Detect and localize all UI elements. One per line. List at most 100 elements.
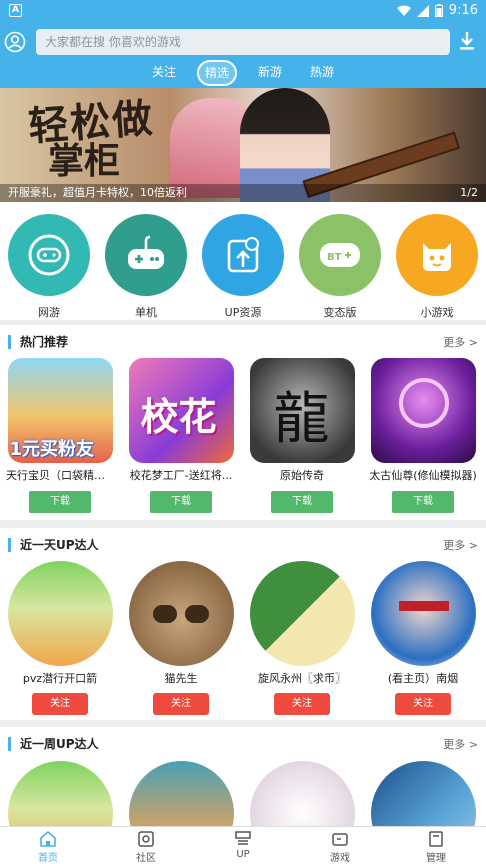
game-card[interactable]: 太古仙尊(修仙模拟器) 下载 xyxy=(369,358,477,513)
user-name: 猫先生 xyxy=(164,672,198,685)
search-input[interactable]: 大家都在搜 你喜欢的游戏 xyxy=(36,29,450,55)
nav-label: 社区 xyxy=(136,853,156,864)
cat-glasses-left xyxy=(152,605,177,623)
cat-face-icon xyxy=(396,214,478,296)
nav-label: 管理 xyxy=(426,853,446,864)
game-card[interactable]: 1元买粉友 天行宝贝（口袋精灵... 下载 xyxy=(6,358,114,513)
nav-community[interactable]: 社区 xyxy=(116,829,176,864)
week-up-section: 近一周UP达人 更多 > xyxy=(0,727,486,864)
nav-home[interactable]: 首页 xyxy=(18,829,78,864)
thumb-art-text: 校花 xyxy=(140,395,217,439)
game-thumb: 龍 xyxy=(249,358,355,463)
up-user-card[interactable]: pvz潜行开口箭 关注 xyxy=(6,561,114,715)
header: A 9:16 大家都在搜 你喜欢的游戏 关注 精选 新游 热游 xyxy=(0,0,486,88)
up-user-card[interactable]: 猫先生 关注 xyxy=(127,561,235,715)
banner-caption: 开服豪礼，超值月卡特权，10倍返利 xyxy=(0,184,486,202)
section-title: 热门推荐 xyxy=(20,335,69,349)
user-name: (看主页）南烟 xyxy=(387,672,459,685)
category-label: 单机 xyxy=(135,306,157,319)
thumb-art-text: 龍 xyxy=(273,387,330,452)
banner-art-text-2: 掌柜 xyxy=(48,140,121,182)
status-bar: A 9:16 xyxy=(0,0,486,22)
user-icon[interactable] xyxy=(4,31,26,53)
follow-button[interactable]: 关注 xyxy=(32,693,88,715)
category-label: 网游 xyxy=(38,306,60,319)
game-card[interactable]: 龍 原始传奇 下载 xyxy=(248,358,356,513)
more-link[interactable]: 更多 > xyxy=(443,736,478,752)
notification-app-icon: A xyxy=(9,4,22,17)
week-up-header: 近一周UP达人 更多 > xyxy=(0,727,486,759)
nav-label: 游戏 xyxy=(330,853,350,864)
day-up-header: 近一天UP达人 更多 > xyxy=(0,528,486,560)
download-button[interactable]: 下载 xyxy=(150,491,212,513)
bt-gamepad-icon: BT xyxy=(299,214,381,296)
tab-featured[interactable]: 精选 xyxy=(196,60,237,86)
user-name: pvz潜行开口箭 xyxy=(22,672,98,685)
more-link[interactable]: 更多 > xyxy=(443,537,478,553)
more-link[interactable]: 更多 > xyxy=(443,334,478,350)
nav-games[interactable]: 游戏 xyxy=(310,829,370,864)
section-marker xyxy=(8,335,11,349)
category-row: 网游 单机 UP资源 BT 变态版 小游戏 xyxy=(0,202,486,320)
day-up-section: 近一天UP达人 更多 > pvz潜行开口箭 关注 猫先生 关注 旋风永州〖求币〗… xyxy=(0,528,486,720)
download-button[interactable]: 下载 xyxy=(271,491,333,513)
game-name: 校花梦工厂-送红将... xyxy=(129,469,233,482)
up-user-card[interactable]: (看主页）南烟 关注 xyxy=(369,561,477,715)
category-single-player[interactable]: 单机 xyxy=(105,214,187,320)
search-row: 大家都在搜 你喜欢的游戏 xyxy=(0,26,486,58)
top-tabs: 关注 精选 新游 热游 xyxy=(0,60,486,86)
home-icon xyxy=(40,831,56,847)
up-user-card[interactable]: 旋风永州〖求币〗 关注 xyxy=(248,561,356,715)
tab-new-games[interactable]: 新游 xyxy=(251,60,289,86)
hot-header: 热门推荐 更多 > xyxy=(0,325,486,357)
hot-section: 热门推荐 更多 > 1元买粉友 天行宝贝（口袋精灵... 下载 校花 校花梦工厂… xyxy=(0,325,486,520)
thumb-art-text: 1元买粉友 xyxy=(9,439,95,460)
category-online-games[interactable]: 网游 xyxy=(8,214,90,320)
share-upload-icon xyxy=(202,214,284,296)
svg-text:BT: BT xyxy=(327,252,342,263)
section-marker xyxy=(8,737,11,751)
game-thumb: 1元买粉友 xyxy=(7,358,113,463)
download-button[interactable]: 下载 xyxy=(392,491,454,513)
up-icon xyxy=(235,831,251,845)
signal-icon xyxy=(416,4,429,17)
category-up-resources[interactable]: UP资源 xyxy=(202,214,284,320)
tab-hot-games[interactable]: 热游 xyxy=(303,60,341,86)
manage-icon xyxy=(429,831,443,847)
game-name: 原始传奇 xyxy=(280,469,324,482)
user-name: 旋风永州〖求币〗 xyxy=(258,672,346,685)
category-label: 变态版 xyxy=(323,306,357,319)
category-label: UP资源 xyxy=(224,306,262,319)
bottom-nav: 首页 社区 UP 游戏 管理 xyxy=(0,826,486,864)
category-label: 小游戏 xyxy=(420,306,454,319)
nav-manage[interactable]: 管理 xyxy=(406,829,466,864)
follow-button[interactable]: 关注 xyxy=(153,693,209,715)
game-controller-icon xyxy=(332,833,348,846)
avatar xyxy=(128,561,234,666)
banner-pager: 1/2 xyxy=(460,186,478,199)
game-thumb xyxy=(370,358,476,463)
category-mini-games[interactable]: 小游戏 xyxy=(396,214,478,320)
community-icon xyxy=(138,831,154,847)
nav-label: UP xyxy=(236,849,250,860)
nav-label: 首页 xyxy=(38,853,58,864)
follow-button[interactable]: 关注 xyxy=(274,693,330,715)
game-name: 天行宝贝（口袋精灵... xyxy=(6,469,114,482)
section-marker xyxy=(8,538,11,552)
nav-up[interactable]: UP xyxy=(213,829,273,860)
wifi-icon xyxy=(396,5,411,16)
joystick-icon xyxy=(105,214,187,296)
download-icon[interactable] xyxy=(458,31,476,51)
tab-follow[interactable]: 关注 xyxy=(145,60,183,86)
follow-button[interactable]: 关注 xyxy=(395,693,451,715)
battery-icon xyxy=(434,4,443,17)
category-modded[interactable]: BT 变态版 xyxy=(299,214,381,320)
game-thumb: 校花 xyxy=(128,358,234,463)
section-title: 近一天UP达人 xyxy=(20,538,99,552)
clock: 9:16 xyxy=(448,3,478,18)
game-name: 太古仙尊(修仙模拟器) xyxy=(369,469,477,482)
download-button[interactable]: 下载 xyxy=(29,491,91,513)
promo-banner[interactable]: 轻松做 掌柜 开服豪礼，超值月卡特权，10倍返利 1/2 xyxy=(0,88,486,202)
avatar xyxy=(370,561,476,666)
game-card[interactable]: 校花 校花梦工厂-送红将... 下载 xyxy=(127,358,235,513)
